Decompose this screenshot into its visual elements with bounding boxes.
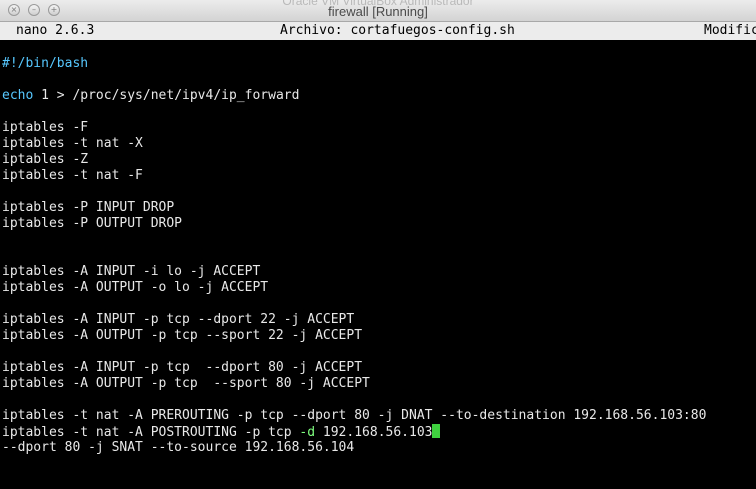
editor-line[interactable]: --dport 80 -j SNAT --to-source 192.168.5… bbox=[2, 440, 354, 456]
editor-line[interactable]: iptables -F bbox=[2, 120, 88, 136]
editor-line-text: iptables -t nat -A PREROUTING -p tcp --d… bbox=[2, 408, 707, 423]
editor-line[interactable]: iptables -A INPUT -i lo -j ACCEPT bbox=[2, 264, 260, 280]
window-title: firewall [Running] bbox=[328, 4, 428, 19]
editor-line[interactable]: iptables -A OUTPUT -o lo -j ACCEPT bbox=[2, 280, 268, 296]
nano-header-bar: nano 2.6.3 Archivo: cortafuegos-config.s… bbox=[0, 22, 756, 40]
editor-line-text: iptables -A OUTPUT -p tcp --sport 80 -j … bbox=[2, 376, 370, 391]
editor-line[interactable]: iptables -A OUTPUT -p tcp --sport 22 -j … bbox=[2, 328, 362, 344]
editor-line-text: -d bbox=[299, 425, 316, 440]
editor-line-text: iptables -F bbox=[2, 120, 89, 135]
editor-line-text: iptables -t nat -F bbox=[2, 168, 143, 183]
editor-line[interactable]: iptables -t nat -A PREROUTING -p tcp --d… bbox=[2, 408, 706, 424]
editor-line-text: --dport 80 -j SNAT --to-source 192.168.5… bbox=[2, 440, 355, 455]
editor-line-text: iptables -A INPUT -p tcp --dport 80 -j A… bbox=[2, 360, 363, 375]
editor-line[interactable]: iptables -A INPUT -p tcp --dport 80 -j A… bbox=[2, 360, 362, 376]
editor-line-text: iptables -P INPUT DROP bbox=[2, 200, 175, 215]
editor-line-text: echo bbox=[2, 88, 34, 103]
editor-line-text: iptables -A INPUT -i lo -j ACCEPT bbox=[2, 264, 261, 279]
editor-line-text: iptables -A OUTPUT -p tcp --sport 22 -j … bbox=[2, 328, 363, 343]
editor-line-text: 192.168.56.103 bbox=[315, 425, 433, 440]
editor-line[interactable]: iptables -t nat -A POSTROUTING -p tcp -d… bbox=[2, 424, 441, 440]
title-bar[interactable]: Oracle VM VirtualBox Administrador × – +… bbox=[0, 0, 756, 22]
editor-line[interactable]: iptables -Z bbox=[2, 152, 88, 168]
nano-modified-status: Modificado bbox=[704, 23, 756, 38]
virtualbox-window: Oracle VM VirtualBox Administrador × – +… bbox=[0, 0, 756, 489]
editor-line-text: 1 > /proc/sys/net/ipv4/ip_forward bbox=[33, 88, 300, 103]
editor-line[interactable]: iptables -A OUTPUT -p tcp --sport 80 -j … bbox=[2, 376, 370, 392]
editor-line-text: iptables -t nat -X bbox=[2, 136, 143, 151]
editor-line[interactable]: iptables -t nat -F bbox=[2, 168, 143, 184]
editor-line-text: #!/bin/bash bbox=[2, 56, 89, 71]
editor-line-text: iptables -A INPUT -p tcp --dport 22 -j A… bbox=[2, 312, 355, 327]
editor-line[interactable]: iptables -t nat -X bbox=[2, 136, 143, 152]
nano-file-name: Archivo: cortafuegos-config.sh bbox=[280, 23, 515, 38]
editor-line[interactable]: iptables -P OUTPUT DROP bbox=[2, 216, 182, 232]
editor-line[interactable]: echo 1 > /proc/sys/net/ipv4/ip_forward bbox=[2, 88, 299, 104]
editor-line[interactable]: #!/bin/bash bbox=[2, 56, 88, 72]
editor-line-text: iptables -A OUTPUT -o lo -j ACCEPT bbox=[2, 280, 269, 295]
editor-line-text: iptables -Z bbox=[2, 152, 89, 167]
text-cursor bbox=[432, 424, 441, 438]
nano-version: nano 2.6.3 bbox=[16, 23, 95, 38]
editor-line[interactable]: iptables -A INPUT -p tcp --dport 22 -j A… bbox=[2, 312, 354, 328]
editor-line-text: iptables -t nat -A POSTROUTING -p tcp bbox=[2, 425, 300, 440]
editor-line-text: iptables -P OUTPUT DROP bbox=[2, 216, 183, 231]
editor-line[interactable]: iptables -P INPUT DROP bbox=[2, 200, 174, 216]
